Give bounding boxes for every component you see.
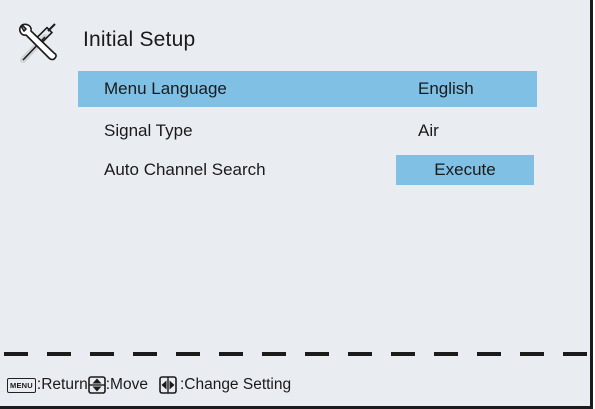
up-down-arrows-icon [87, 376, 106, 394]
menu-item-signal-type[interactable]: Signal Type Air [78, 113, 537, 149]
divider [4, 352, 590, 356]
menu-item-label: Auto Channel Search [104, 160, 266, 179]
move-hint: :Move [105, 376, 148, 393]
menu-item-auto-channel-search[interactable]: Auto Channel Search Execute [78, 152, 537, 188]
menu-item-label: Menu Language [104, 79, 227, 98]
menu-item-label: Signal Type [104, 121, 193, 140]
return-hint: :Return [36, 376, 88, 393]
key-help-bar: MENU :Return :Move :Change Setting [7, 373, 291, 397]
menu-item-value: Air [418, 121, 439, 140]
execute-button[interactable]: Execute [396, 155, 534, 185]
change-setting-hint: :Change Setting [179, 376, 292, 393]
menu-item-language[interactable]: Menu Language English [78, 71, 537, 107]
menu-item-value: English [418, 79, 474, 98]
wrench-screwdriver-icon [19, 23, 57, 63]
left-right-arrows-icon [159, 376, 177, 394]
page-title: Initial Setup [83, 28, 196, 51]
setup-screen: Initial Setup Menu Language English Sign… [0, 0, 593, 409]
menu-key-icon: MENU [7, 377, 36, 393]
